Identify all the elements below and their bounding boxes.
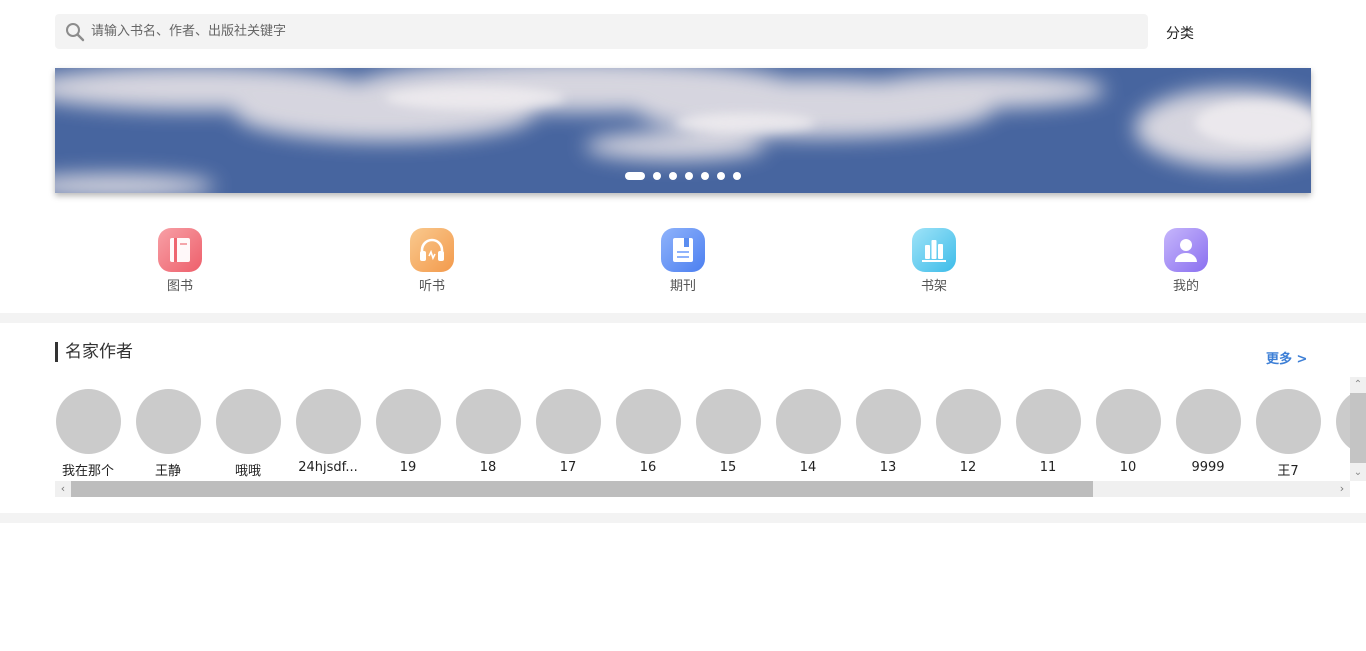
author-name: 9999	[1191, 460, 1225, 475]
avatar	[695, 389, 761, 454]
headphones-icon	[410, 228, 454, 272]
section-title: 名家作者	[55, 342, 133, 362]
author-item[interactable]: 16	[615, 389, 681, 475]
avatar	[1015, 389, 1081, 454]
author-name: 24hjsdf...	[298, 460, 358, 475]
avatar	[55, 389, 121, 454]
book-icon	[158, 228, 202, 272]
author-name: 15	[719, 460, 737, 475]
author-item[interactable]: 哦哦	[215, 389, 281, 479]
author-name: 12	[959, 460, 977, 475]
bookshelf-icon	[912, 228, 956, 272]
carousel-dot[interactable]	[701, 172, 709, 180]
avatar	[1095, 389, 1161, 454]
author-name: 11	[1039, 460, 1057, 475]
author-item[interactable]: 24hjsdf...	[295, 389, 361, 475]
scroll-down-icon[interactable]: ⌄	[1350, 465, 1366, 481]
avatar	[775, 389, 841, 454]
author-item[interactable]: 17	[535, 389, 601, 475]
scroll-left-icon[interactable]: ‹	[55, 481, 71, 497]
author-item[interactable]	[1335, 389, 1350, 460]
author-name: 10	[1119, 460, 1137, 475]
horizontal-scroll-thumb[interactable]	[71, 481, 1093, 497]
author-name: 16	[639, 460, 657, 475]
author-item[interactable]: 10	[1095, 389, 1161, 475]
author-item[interactable]: 王7	[1255, 389, 1321, 479]
author-item[interactable]: 15	[695, 389, 761, 475]
author-list[interactable]: 我在那个 王静 哦哦 24hjsdf... 19 18 17 16 15 14 13 12 11 10 99…	[55, 389, 1350, 481]
section-divider	[0, 513, 1366, 523]
nav-label: 图书	[166, 279, 193, 294]
category-link[interactable]: 分类	[1166, 23, 1194, 43]
scroll-up-icon[interactable]: ⌃	[1350, 377, 1366, 393]
author-name: 14	[799, 460, 817, 475]
avatar	[295, 389, 361, 454]
search-row: 分类	[55, 14, 1311, 49]
avatar	[1335, 389, 1350, 454]
avatar	[535, 389, 601, 454]
carousel-dot[interactable]	[653, 172, 661, 180]
author-item[interactable]: 王静	[135, 389, 201, 479]
author-name: 13	[879, 460, 897, 475]
author-item[interactable]: 9999	[1175, 389, 1241, 475]
vertical-scrollbar[interactable]: ⌃ ⌄	[1350, 377, 1366, 481]
banner-image	[55, 68, 1311, 193]
nav-label: 期刊	[669, 279, 696, 294]
author-item[interactable]: 18	[455, 389, 521, 475]
section-divider	[0, 313, 1366, 323]
avatar	[1255, 389, 1321, 454]
author-item[interactable]: 我在那个	[55, 389, 121, 479]
author-name: 17	[559, 460, 577, 475]
search-box[interactable]	[55, 14, 1148, 49]
user-icon	[1164, 228, 1208, 272]
author-name: 19	[399, 460, 417, 475]
author-item[interactable]: 19	[375, 389, 441, 475]
nav-label: 听书	[418, 279, 445, 294]
avatar	[375, 389, 441, 454]
journal-icon	[661, 228, 705, 272]
author-item[interactable]: 11	[1015, 389, 1081, 475]
avatar	[1175, 389, 1241, 454]
author-name: 哦哦	[234, 464, 261, 479]
avatar	[935, 389, 1001, 454]
more-link[interactable]: 更多 >	[1266, 348, 1307, 367]
carousel-dot[interactable]	[685, 172, 693, 180]
carousel-dot[interactable]	[717, 172, 725, 180]
nav-item-journals[interactable]: 期刊	[643, 228, 723, 294]
horizontal-scrollbar[interactable]: ‹ ›	[55, 481, 1350, 497]
avatar	[455, 389, 521, 454]
nav-item-audiobooks[interactable]: 听书	[392, 228, 472, 294]
nav-item-books[interactable]: 图书	[140, 228, 220, 294]
scroll-right-icon[interactable]: ›	[1334, 481, 1350, 497]
avatar	[615, 389, 681, 454]
vertical-scroll-thumb[interactable]	[1350, 393, 1366, 463]
avatar	[135, 389, 201, 454]
author-item[interactable]: 12	[935, 389, 1001, 475]
nav-item-profile[interactable]: 我的	[1146, 228, 1226, 294]
nav-label: 我的	[1172, 279, 1199, 294]
author-item[interactable]: 14	[775, 389, 841, 475]
search-input[interactable]	[91, 14, 1131, 49]
author-name: 18	[479, 460, 497, 475]
carousel-dot[interactable]	[669, 172, 677, 180]
avatar	[855, 389, 921, 454]
author-item[interactable]: 13	[855, 389, 921, 475]
author-name: 我在那个	[61, 464, 114, 479]
banner-carousel[interactable]	[55, 68, 1311, 193]
author-name: 王静	[154, 464, 181, 479]
nav-item-bookshelf[interactable]: 书架	[894, 228, 974, 294]
carousel-dot[interactable]	[625, 172, 645, 180]
search-icon	[66, 23, 85, 42]
nav-label: 书架	[920, 279, 947, 294]
carousel-dot[interactable]	[733, 172, 741, 180]
avatar	[215, 389, 281, 454]
author-name: 王7	[1277, 464, 1299, 479]
